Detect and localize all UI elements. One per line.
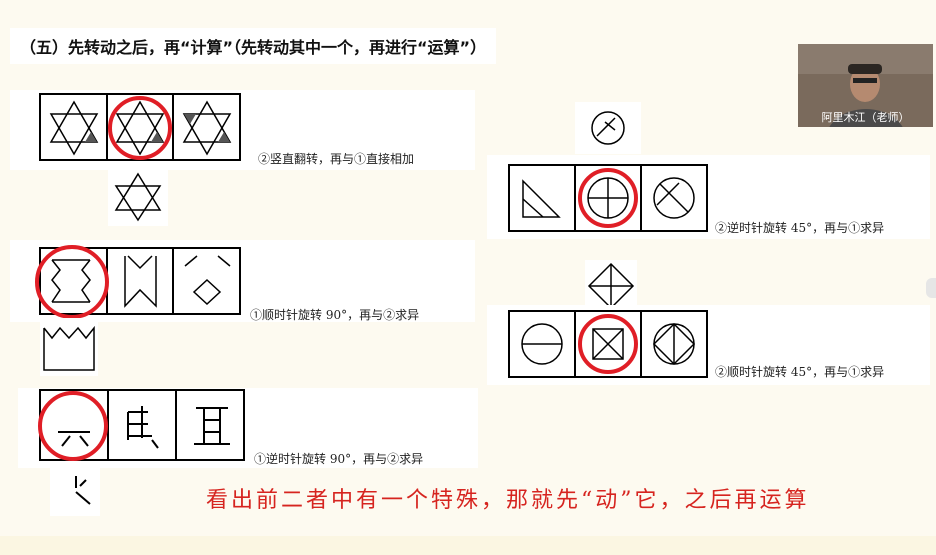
answer-circle-slash <box>575 102 641 154</box>
bottom-bar <box>0 536 936 555</box>
annotation-text: 看出前二者中有一个特殊，那就先“动”它，之后再运算 <box>206 488 810 513</box>
answer-strokes <box>50 468 100 516</box>
highlight-circle <box>108 96 172 160</box>
figure-panel-5: ②顺时针旋转 45°，再与①求异 <box>487 305 930 385</box>
highlight-circle <box>38 391 108 461</box>
highlight-circle <box>35 245 109 319</box>
side-handle[interactable] <box>926 278 936 298</box>
figure-panel-3: ①逆时针旋转 90°，再与②求异 <box>18 388 478 468</box>
figure-panel-2: ①顺时针旋转 90°，再与②求异 <box>10 240 475 322</box>
caption-4: ②逆时针旋转 45°，再与①求异 <box>715 221 885 235</box>
webcam-video: 阿里木江（老师） <box>798 44 933 127</box>
figure-panel-4: ②逆时针旋转 45°，再与①求异 <box>487 155 930 239</box>
caption-3: ①逆时针旋转 90°，再与②求异 <box>254 452 424 466</box>
caption-1: ②竖直翻转，再与①直接相加 <box>258 152 415 166</box>
caption-5: ②顺时针旋转 45°，再与①求异 <box>715 365 885 379</box>
answer-star <box>108 168 168 226</box>
slide-title: （五）先转动之后，再“计算”（先转动其中一个，再进行“运算”） <box>10 28 497 64</box>
figure-panel-1: ②竖直翻转，再与①直接相加 <box>10 90 475 170</box>
caption-2: ①顺时针旋转 90°，再与②求异 <box>250 308 420 322</box>
presenter-name: 阿里木江（老师） <box>821 111 910 124</box>
slide: （五）先转动之后，再“计算”（先转动其中一个，再进行“运算”） ②竖直翻转，再与… <box>0 0 936 555</box>
answer-zigzag <box>40 318 98 376</box>
